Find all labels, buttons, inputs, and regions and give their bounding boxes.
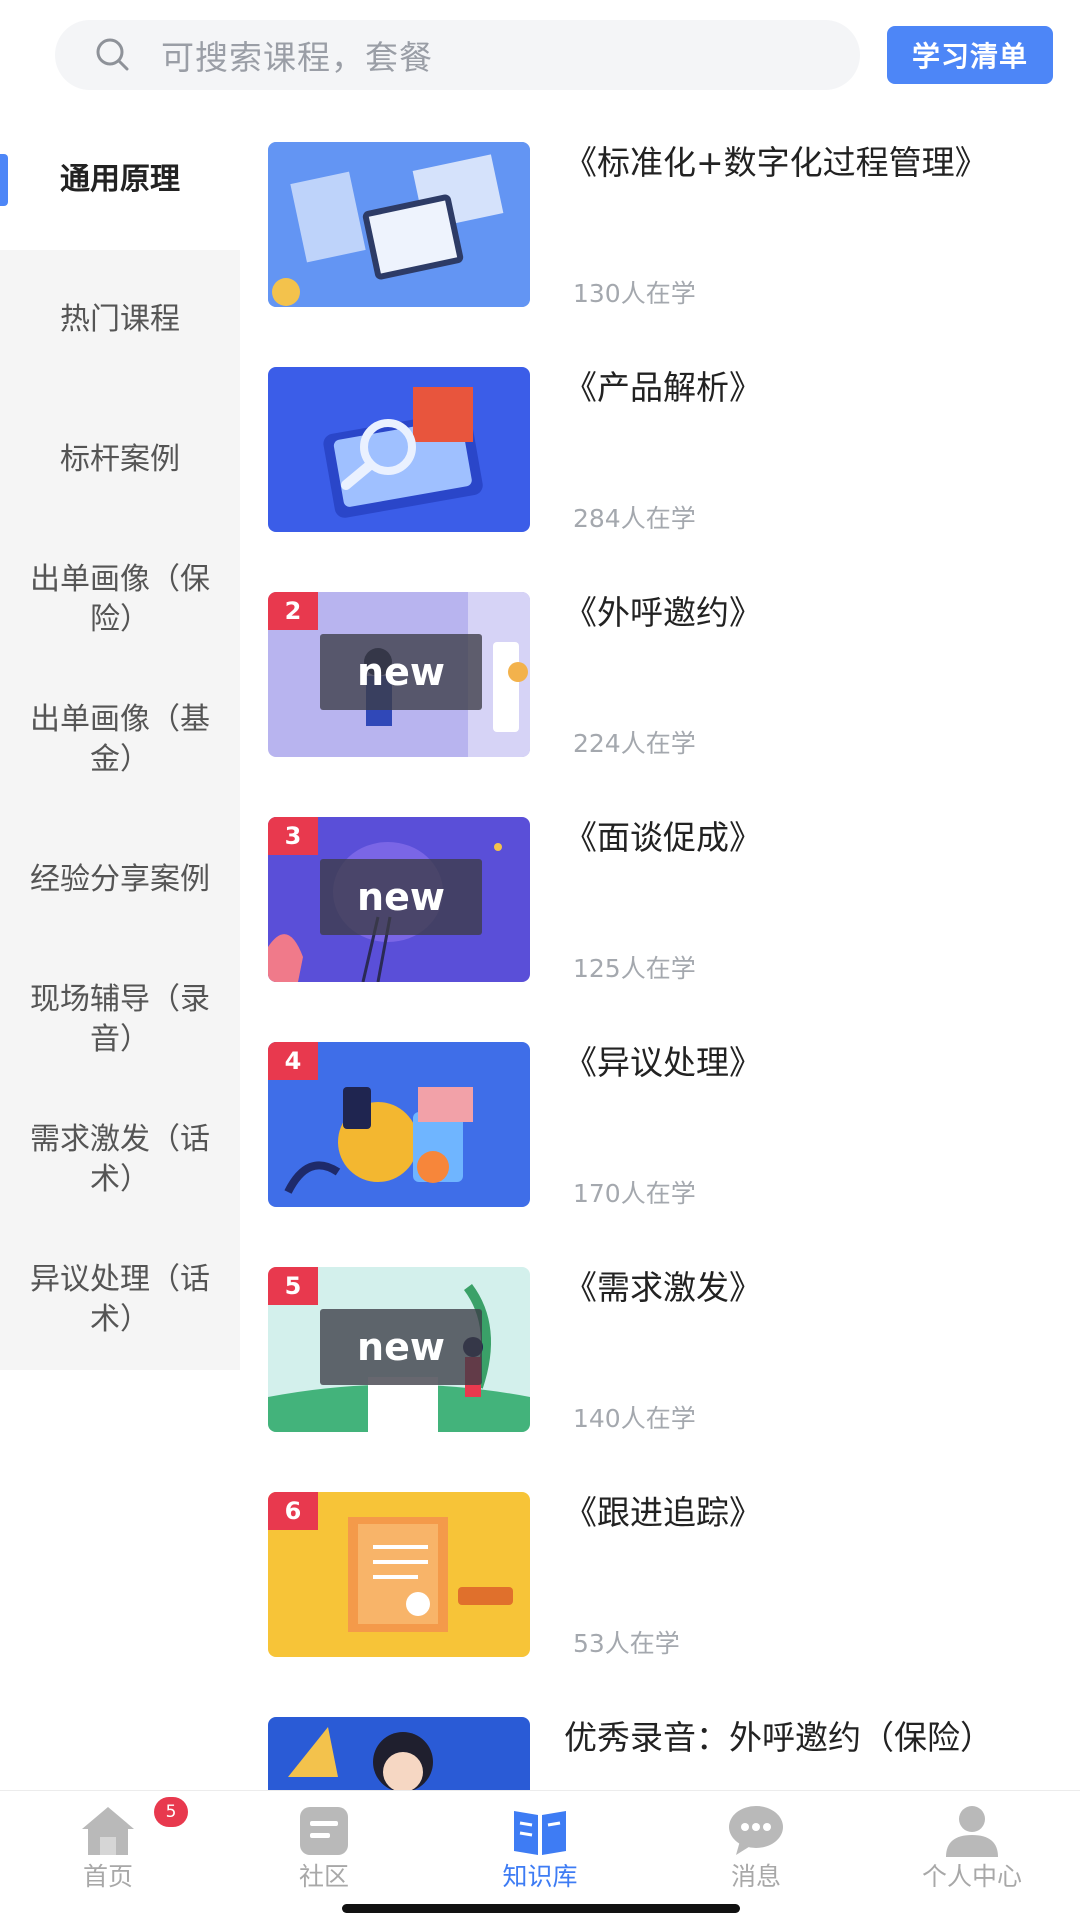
tab-label: 知识库 <box>502 1862 578 1891</box>
course-thumbnail: 5 new <box>268 1267 530 1432</box>
sidebar-item-experience-sharing[interactable]: 经验分享案例 <box>0 810 240 950</box>
learner-count: 125人在学 <box>573 954 696 983</box>
course-thumbnail: 6 <box>268 1492 530 1657</box>
search-bar[interactable]: 可搜索课程，套餐 <box>55 20 860 90</box>
top-bar: 可搜索课程，套餐 学习清单 <box>0 0 1080 110</box>
sidebar-item-label: 出单画像（保险） <box>30 562 210 637</box>
tab-profile[interactable]: 个人中心 <box>864 1791 1080 1891</box>
course-badge: 5 <box>268 1267 318 1305</box>
course-item[interactable]: 4 《异议处理》 170人在学 <box>268 1042 1068 1212</box>
sidebar-item-hot-courses[interactable]: 热门课程 <box>0 250 240 390</box>
learner-count: 130人在学 <box>573 279 696 308</box>
active-indicator <box>0 154 8 206</box>
sidebar-item-demand-stimulation[interactable]: 需求激发（话术） <box>0 1090 240 1230</box>
sidebar-item-benchmark-cases[interactable]: 标杆案例 <box>0 390 240 530</box>
book-icon <box>514 1811 566 1855</box>
course-thumbnail: 3 new <box>268 817 530 982</box>
tab-label: 消息 <box>730 1862 781 1891</box>
notification-badge: 5 <box>154 1797 188 1827</box>
new-tag: new <box>320 1309 482 1385</box>
learner-count: 224人在学 <box>573 729 696 758</box>
course-thumbnail: 4 <box>268 1042 530 1207</box>
sidebar-item-label: 通用原理 <box>60 162 180 197</box>
chat-bubble-icon <box>729 1806 783 1855</box>
course-badge: 3 <box>268 817 318 855</box>
learner-count: 170人在学 <box>573 1179 696 1208</box>
new-tag: new <box>320 859 482 935</box>
bottom-tab-bar: 5 首页 社区 知识库 消息 个人中心 <box>0 1790 1080 1921</box>
new-tag: new <box>320 634 482 710</box>
course-badge: 4 <box>268 1042 318 1080</box>
course-item[interactable]: 《产品解析》 284人在学 <box>268 367 1068 537</box>
course-item[interactable]: 2 new 《外呼邀约》 224人在学 <box>268 592 1068 762</box>
course-title: 《异议处理》 <box>564 1043 762 1082</box>
sidebar-item-label: 经验分享案例 <box>30 862 210 897</box>
tab-home[interactable]: 5 首页 <box>0 1791 216 1891</box>
course-item[interactable]: 《标准化+数字化过程管理》 130人在学 <box>268 142 1068 312</box>
sidebar-item-label: 出单画像（基金） <box>30 702 210 777</box>
home-indicator <box>342 1904 740 1913</box>
course-title: 《标准化+数字化过程管理》 <box>564 143 988 182</box>
person-icon <box>946 1806 998 1857</box>
sidebar-item-label: 热门课程 <box>60 302 180 337</box>
sidebar-item-label: 标杆案例 <box>60 442 180 477</box>
tab-community[interactable]: 社区 <box>216 1791 432 1891</box>
course-item[interactable]: 3 new 《面谈促成》 125人在学 <box>268 817 1068 987</box>
sidebar-item-onsite-coaching[interactable]: 现场辅导（录音） <box>0 950 240 1090</box>
course-item[interactable]: 5 new 《需求激发》 140人在学 <box>268 1267 1068 1437</box>
course-item[interactable]: 6 《跟进追踪》 53人在学 <box>268 1492 1068 1662</box>
sidebar-item-label: 异议处理（话术） <box>30 1262 210 1337</box>
course-title: 《产品解析》 <box>564 368 762 407</box>
course-title: 《外呼邀约》 <box>564 593 762 632</box>
sidebar-item-general-principles[interactable]: 通用原理 <box>0 110 240 250</box>
learner-count: 140人在学 <box>573 1404 696 1433</box>
course-title: 《面谈促成》 <box>564 818 762 857</box>
course-title: 优秀录音：外呼邀约（保险） <box>564 1718 993 1757</box>
sidebar-item-objection-handling[interactable]: 异议处理（话术） <box>0 1230 240 1370</box>
course-title: 《跟进追踪》 <box>564 1493 762 1532</box>
course-thumbnail <box>268 367 530 532</box>
learner-count: 53人在学 <box>573 1629 680 1658</box>
tab-knowledge-base[interactable]: 知识库 <box>432 1791 648 1891</box>
tab-label: 个人中心 <box>921 1862 1022 1891</box>
category-sidebar: 通用原理 热门课程 标杆案例 出单画像（保险） 出单画像（基金） 经验分享案例 … <box>0 110 240 1370</box>
learner-count: 284人在学 <box>573 504 696 533</box>
search-placeholder: 可搜索课程，套餐 <box>161 38 433 77</box>
sidebar-item-order-profile-insurance[interactable]: 出单画像（保险） <box>0 530 240 670</box>
community-icon <box>300 1807 348 1855</box>
course-title: 《需求激发》 <box>564 1268 762 1307</box>
home-icon <box>82 1807 134 1855</box>
sidebar-item-label: 需求激发（话术） <box>30 1122 210 1197</box>
course-thumbnail: 2 new <box>268 592 530 757</box>
course-thumbnail <box>268 1717 530 1790</box>
sidebar-item-order-profile-fund[interactable]: 出单画像（基金） <box>0 670 240 810</box>
course-thumbnail <box>268 142 530 307</box>
search-icon <box>96 38 129 71</box>
sidebar-item-label: 现场辅导（录音） <box>30 982 210 1057</box>
study-list-button[interactable]: 学习清单 <box>887 26 1053 84</box>
tab-label: 社区 <box>298 1862 349 1891</box>
course-item[interactable]: 优秀录音：外呼邀约（保险） <box>268 1717 1068 1790</box>
course-badge: 2 <box>268 592 318 630</box>
tab-messages[interactable]: 消息 <box>648 1791 864 1891</box>
course-badge: 6 <box>268 1492 318 1530</box>
tab-label: 首页 <box>82 1862 133 1891</box>
